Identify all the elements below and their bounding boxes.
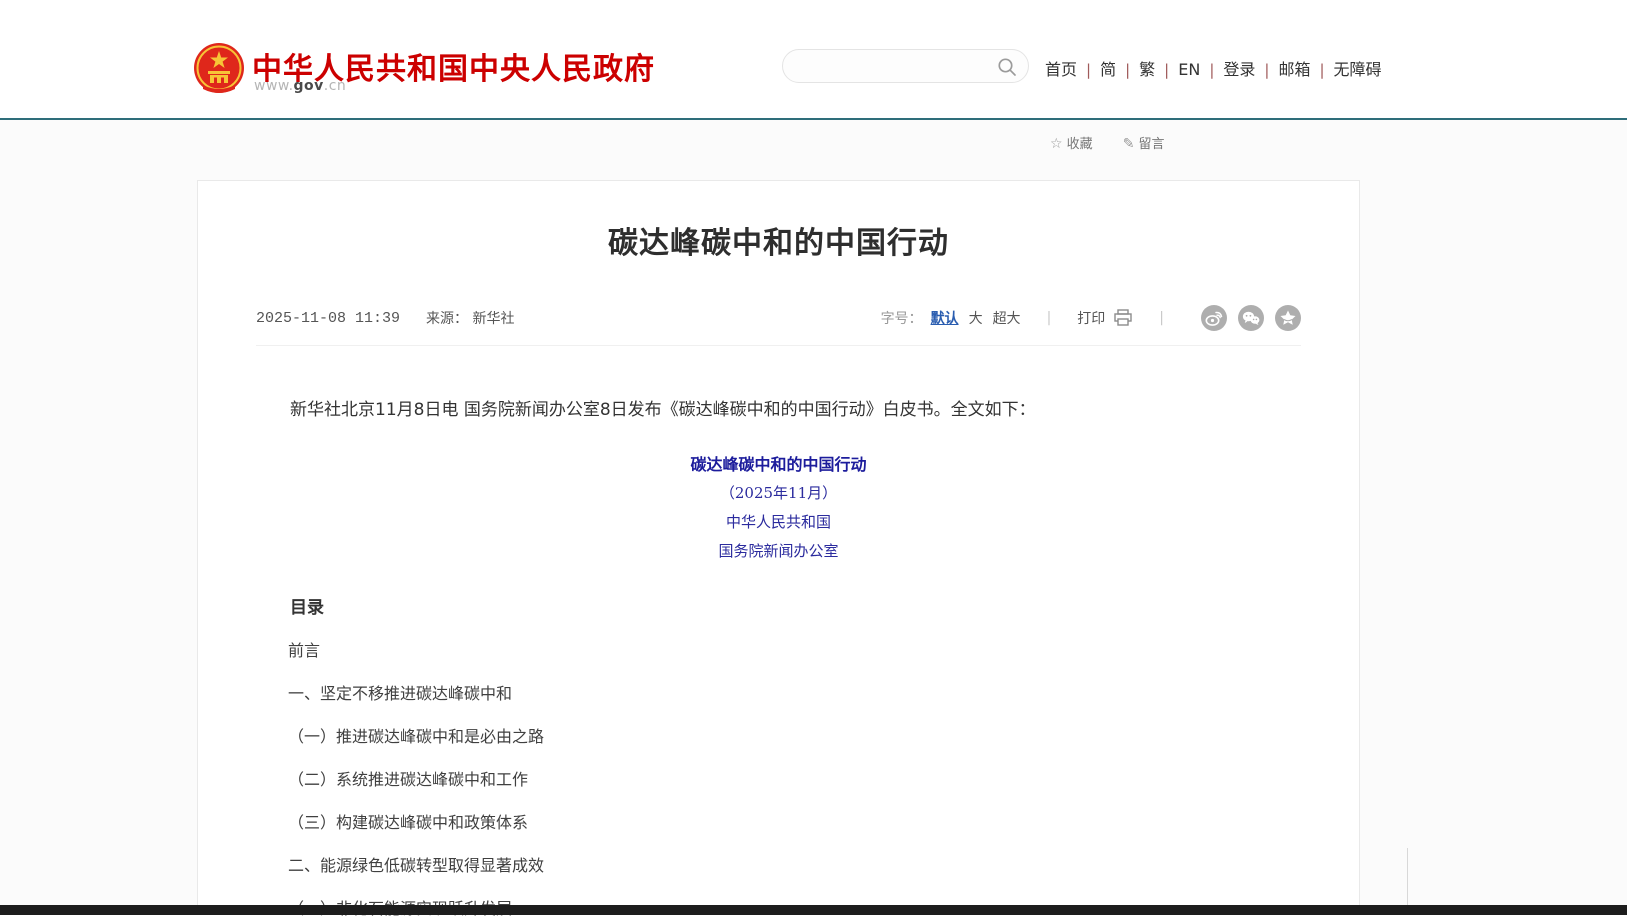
toc-item-section1-2: （二）系统推进碳达峰碳中和工作 <box>256 770 1301 790</box>
nav-separator: | <box>1164 61 1169 79</box>
site-url-gov: gov <box>294 78 324 94</box>
quick-links: ☆ 收藏 ✎留言 <box>1050 133 1164 152</box>
star-icon: ☆ <box>1050 136 1063 152</box>
fontsize-xlarge-button[interactable]: 超大 <box>993 308 1021 328</box>
fontsize-default-button[interactable]: 默认 <box>931 308 959 328</box>
article-body: 新华社北京11月8日电 国务院新闻办公室8日发布《碳达峰碳中和的中国行动》白皮书… <box>256 396 1301 919</box>
printer-icon <box>1113 309 1133 327</box>
nav-separator: | <box>1125 61 1130 79</box>
nav-separator: | <box>1086 61 1091 79</box>
tools-separator: | <box>1159 310 1164 326</box>
qzone-star-share-icon[interactable] <box>1275 305 1301 331</box>
nav-home[interactable]: 首页 <box>1045 60 1077 79</box>
comment-button[interactable]: ✎留言 <box>1123 133 1165 152</box>
source: 来源： 新华社 <box>426 308 514 328</box>
nav-english[interactable]: EN <box>1178 60 1200 79</box>
top-nav: 首页 | 简 | 繁 | EN | 登录 | 邮箱 | 无障碍 <box>1045 56 1585 80</box>
favorite-label: 收藏 <box>1067 137 1093 152</box>
search-box <box>782 49 1029 83</box>
print-button[interactable]: 打印 <box>1077 308 1133 328</box>
site-url: www.gov.cn <box>254 78 346 94</box>
nav-separator: | <box>1319 61 1324 79</box>
comment-label: 留言 <box>1138 137 1164 152</box>
nav-mail[interactable]: 邮箱 <box>1278 60 1310 79</box>
side-widget-edge <box>1407 848 1408 905</box>
fontsize-large-button[interactable]: 大 <box>969 308 983 328</box>
nav-simplified[interactable]: 简 <box>1100 60 1116 79</box>
wechat-share-icon[interactable] <box>1238 305 1264 331</box>
nav-separator: | <box>1209 61 1214 79</box>
source-label: 来源： <box>426 311 468 327</box>
toc-item-section2: 二、能源绿色低碳转型取得显著成效 <box>256 856 1301 876</box>
nav-traditional[interactable]: 繁 <box>1139 60 1155 79</box>
site-url-suffix: .cn <box>324 78 347 94</box>
nav-login[interactable]: 登录 <box>1223 60 1255 79</box>
document-heading-block: 碳达峰碳中和的中国行动 （2025年11月） 中华人民共和国 国务院新闻办公室 <box>256 450 1301 566</box>
document-org-line1: 中华人民共和国 <box>256 508 1301 537</box>
pencil-icon: ✎ <box>1123 136 1135 152</box>
tools-separator: | <box>1047 310 1052 326</box>
print-label: 打印 <box>1077 308 1105 328</box>
document-org-line2: 国务院新闻办公室 <box>256 537 1301 566</box>
footer-top-edge <box>0 905 1627 915</box>
toc-heading: 目录 <box>256 598 1301 618</box>
toc-item-section1-1: （一）推进碳达峰碳中和是必由之路 <box>256 727 1301 747</box>
fontsize-label: 字号： <box>881 308 923 328</box>
search-input[interactable] <box>799 52 994 80</box>
toc-item-section1-3: （三）构建碳达峰碳中和政策体系 <box>256 813 1301 833</box>
search-icon[interactable] <box>996 56 1018 78</box>
national-emblem-logo <box>193 41 245 97</box>
site-header: 中华人民共和国中央人民政府 www.gov.cn 首页|简|繁|EN|登录|邮箱… <box>0 0 1627 118</box>
article-tools: 字号： 默认 大 超大 | 打印 | <box>881 305 1301 331</box>
nav-accessibility[interactable]: 无障碍 <box>1334 60 1382 79</box>
article-card: 碳达峰碳中和的中国行动 2025-11-08 11:39 来源： 新华社 字号：… <box>197 180 1360 915</box>
toc-item-preface: 前言 <box>256 641 1301 661</box>
lead-paragraph: 新华社北京11月8日电 国务院新闻办公室8日发布《碳达峰碳中和的中国行动》白皮书… <box>256 396 1301 424</box>
publish-date: 2025-11-08 11:39 <box>256 310 400 327</box>
document-title: 碳达峰碳中和的中国行动 <box>256 450 1301 479</box>
weibo-share-icon[interactable] <box>1201 305 1227 331</box>
favorite-button[interactable]: ☆ 收藏 <box>1050 133 1093 152</box>
nav-separator: | <box>1264 61 1269 79</box>
toc-item-section1: 一、坚定不移推进碳达峰碳中和 <box>256 684 1301 704</box>
share-icons <box>1190 305 1301 331</box>
document-date: （2025年11月） <box>256 479 1301 508</box>
source-value[interactable]: 新华社 <box>472 311 514 327</box>
article-meta-row: 2025-11-08 11:39 来源： 新华社 字号： 默认 大 超大 | 打… <box>256 305 1301 346</box>
site-url-prefix: www. <box>254 78 294 94</box>
article-title: 碳达峰碳中和的中国行动 <box>256 221 1301 267</box>
